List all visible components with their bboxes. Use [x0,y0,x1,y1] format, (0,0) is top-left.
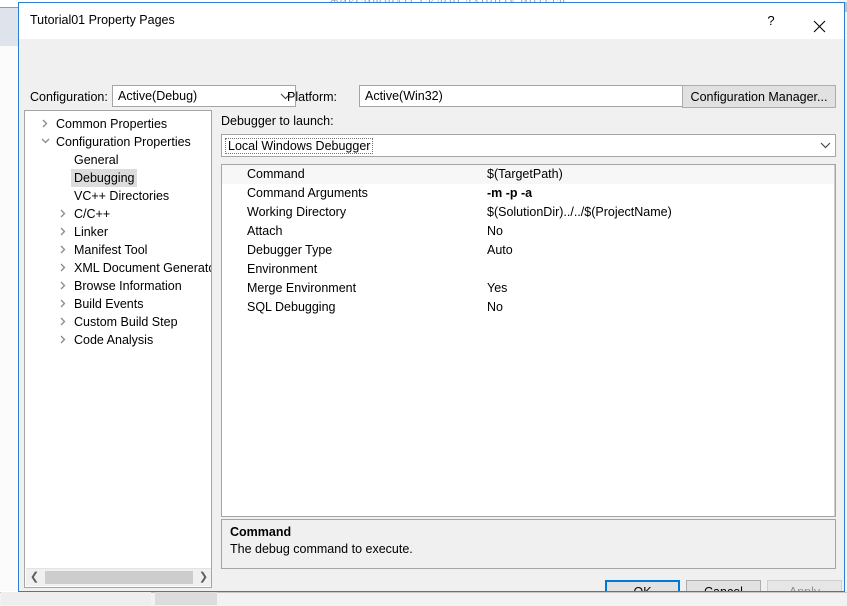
property-value[interactable]: No [487,298,503,317]
property-name: Debugger Type [247,241,332,260]
property-name: Working Directory [247,203,346,222]
tree-item-label: General [71,151,121,169]
property-row[interactable]: Command Arguments -m -p -a [222,184,835,203]
apply-button[interactable]: Apply [767,580,842,592]
platform-combobox-value: Active(Win32) [365,89,443,103]
description-title: Command [230,524,827,541]
tree-item-label: Code Analysis [71,331,156,349]
property-value[interactable]: $(TargetPath) [487,165,563,184]
tree-item-label: Linker [71,223,111,241]
tree-item-label: Browse Information [71,277,185,295]
tree-item-c-c[interactable]: C/C++ [25,205,211,223]
tree-item-label: Debugging [71,169,137,187]
property-pages-dialog: Tutorial01 Property Pages ? Configuratio… [18,2,845,592]
property-name: Merge Environment [247,279,356,298]
tree-item-label: VC++ Directories [71,187,172,205]
tree-item-vc-directories[interactable]: VC++ Directories [25,187,211,205]
tree-item-manifest-tool[interactable]: Manifest Tool [25,241,211,259]
tree-item-browse-information[interactable]: Browse Information [25,277,211,295]
close-button[interactable] [796,3,842,38]
chevron-down-icon[interactable] [37,133,53,151]
tree-item-label: C/C++ [71,205,113,223]
property-row[interactable]: Attach No [222,222,835,241]
tree-item-label: Configuration Properties [53,133,194,151]
property-row[interactable]: Merge Environment Yes [222,279,835,298]
property-name: Command Arguments [247,184,368,203]
property-value[interactable]: No [487,222,503,241]
property-name: Command [247,165,305,184]
property-value[interactable]: Yes [487,279,507,298]
property-name: Environment [247,260,317,279]
configuration-combobox-value: Active(Debug) [118,89,197,103]
chevron-right-icon[interactable] [55,313,71,331]
tree-item-label: Build Events [71,295,146,313]
tree-item-label: Custom Build Step [71,313,181,331]
property-row[interactable]: Debugger Type Auto [222,241,835,260]
help-button[interactable]: ? [748,3,794,38]
ok-button[interactable]: OK [605,580,680,592]
tree-item-build-events[interactable]: Build Events [25,295,211,313]
tree-item-custom-build-step[interactable]: Custom Build Step [25,313,211,331]
description-pane: Command The debug command to execute. [221,519,836,569]
scroll-left-icon[interactable]: ❮ [26,569,43,586]
debugger-to-launch-combobox[interactable]: Local Windows Debugger [221,134,836,157]
properties-tree[interactable]: Common PropertiesConfiguration Propertie… [24,110,212,588]
platform-combobox[interactable]: Active(Win32) [359,85,727,107]
property-row[interactable]: Command $(TargetPath) [222,165,835,184]
tree-item-label: Manifest Tool [71,241,150,259]
chevron-right-icon[interactable] [55,259,71,277]
property-value[interactable]: $(SolutionDir)../../$(ProjectName) [487,203,672,222]
chevron-right-icon[interactable] [55,331,71,349]
dialog-titlebar: Tutorial01 Property Pages ? [19,3,844,39]
debugger-to-launch-label: Debugger to launch: [221,114,334,128]
property-grid[interactable]: Command $(TargetPath) Command Arguments -m … [221,164,836,517]
property-name: SQL Debugging [247,298,336,317]
configuration-label: Configuration: [30,90,108,104]
tree-item-label: XML Document Generator [71,259,212,277]
tree-item-xml-document-generator[interactable]: XML Document Generator [25,259,211,277]
chevron-down-icon[interactable] [816,135,835,156]
property-row[interactable]: Working Directory $(SolutionDir)../../$(P… [222,203,835,222]
tree-item-linker[interactable]: Linker [25,223,211,241]
chevron-right-icon[interactable] [55,205,71,223]
configuration-manager-button[interactable]: Configuration Manager... [682,85,836,108]
property-name: Attach [247,222,282,241]
description-body: The debug command to execute. [230,541,827,558]
backdrop-left-block [0,8,18,46]
tree-item-common-properties[interactable]: Common Properties [25,115,211,133]
backdrop-taskbar-item-2[interactable] [1,592,151,605]
tree-item-label: Common Properties [53,115,170,133]
chevron-right-icon[interactable] [55,241,71,259]
cancel-button[interactable]: Cancel [686,580,761,592]
tree-item-code-analysis[interactable]: Code Analysis [25,331,211,349]
configuration-combobox[interactable]: Active(Debug) [112,85,296,107]
debugger-to-launch-value: Local Windows Debugger [225,138,373,154]
backdrop-left-column [0,46,18,591]
chevron-right-icon[interactable] [55,295,71,313]
property-row[interactable]: Environment [222,260,835,279]
chevron-right-icon[interactable] [37,115,53,133]
close-icon [796,20,842,33]
property-grid-splitter[interactable] [834,165,835,516]
platform-label: Platform: [287,90,337,104]
property-row[interactable]: SQL Debugging No [222,298,835,317]
tree-item-general[interactable]: General [25,151,211,169]
property-value[interactable]: -m -p -a [487,184,532,203]
chevron-right-icon[interactable] [55,277,71,295]
tree-horizontal-scrollbar[interactable]: ❮ ❯ [26,568,212,586]
tree-scrollbar-thumb[interactable] [45,571,193,584]
chevron-right-icon[interactable] [55,223,71,241]
tree-item-debugging[interactable]: Debugging [25,169,211,187]
dialog-client-area: Configuration: Active(Debug) Platform: A… [19,39,844,592]
backdrop-taskbar-item[interactable] [155,592,217,605]
tree-item-configuration-properties[interactable]: Configuration Properties [25,133,211,151]
property-value[interactable]: Auto [487,241,513,260]
dialog-title: Tutorial01 Property Pages [30,13,175,27]
scroll-right-icon[interactable]: ❯ [195,569,212,586]
